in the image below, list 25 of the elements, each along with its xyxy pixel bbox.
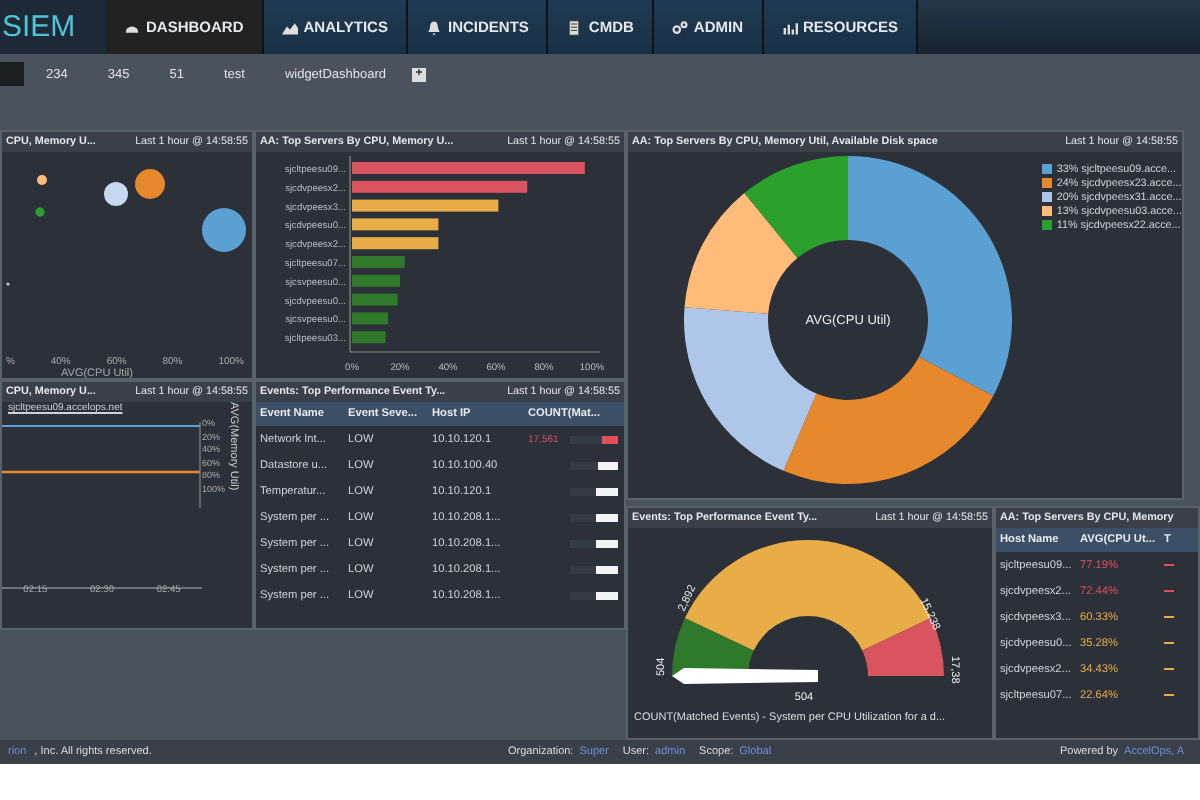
bar: [352, 312, 388, 325]
legend-swatch: [1042, 220, 1053, 230]
bar: [352, 274, 400, 287]
gears-icon: [671, 19, 688, 35]
legend-swatch: [1042, 178, 1053, 188]
legend-swatch: [1042, 192, 1053, 202]
bar: [352, 256, 405, 268]
bubble: [104, 182, 128, 206]
bubble: [35, 207, 45, 217]
tab-stub[interactable]: [0, 62, 24, 86]
bar-chart-icon: [781, 19, 797, 35]
bar: [352, 331, 386, 344]
legend-swatch: [1042, 164, 1053, 174]
logo-text: SIEM: [0, 0, 106, 54]
bar: [352, 237, 439, 250]
bubble: [135, 169, 165, 199]
bubble: [37, 175, 47, 185]
bell-icon: [425, 19, 442, 35]
area-chart-icon: [281, 19, 298, 35]
bar: [352, 218, 439, 231]
document-icon: [566, 19, 583, 35]
legend-swatch: [1042, 206, 1053, 216]
bar: [352, 293, 398, 306]
bubble: [202, 208, 246, 252]
donut-slice: [684, 192, 798, 314]
